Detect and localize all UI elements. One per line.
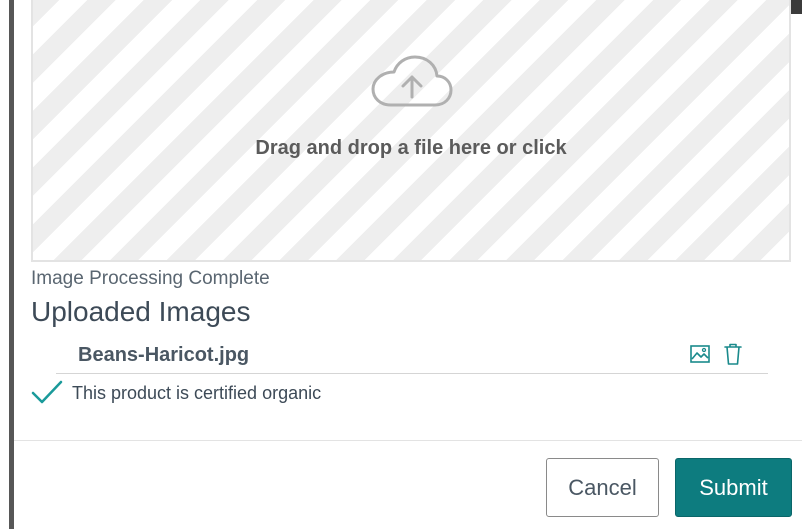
uploaded-images-title: Uploaded Images xyxy=(31,296,251,327)
file-row: Beans-Haricot.jpg xyxy=(56,342,768,374)
dropzone-text: Drag and drop a file here or click xyxy=(255,137,567,159)
processing-status: Image Processing Complete xyxy=(31,268,270,289)
file-dropzone[interactable]: Drag and drop a file here or click xyxy=(31,0,791,262)
checkmark-icon xyxy=(31,380,63,404)
trash-icon[interactable] xyxy=(724,343,742,365)
upload-dialog: Drag and drop a file here or click Image… xyxy=(0,0,802,529)
left-border xyxy=(0,0,14,529)
organic-label: This product is certified organic xyxy=(72,383,322,403)
file-name: Beans-Haricot.jpg xyxy=(78,344,250,366)
submit-button[interactable]: Submit xyxy=(675,458,792,517)
cancel-button[interactable]: Cancel xyxy=(546,458,659,517)
cloud-upload-icon xyxy=(371,55,453,107)
image-icon[interactable] xyxy=(690,345,710,363)
footer-divider xyxy=(14,440,802,441)
